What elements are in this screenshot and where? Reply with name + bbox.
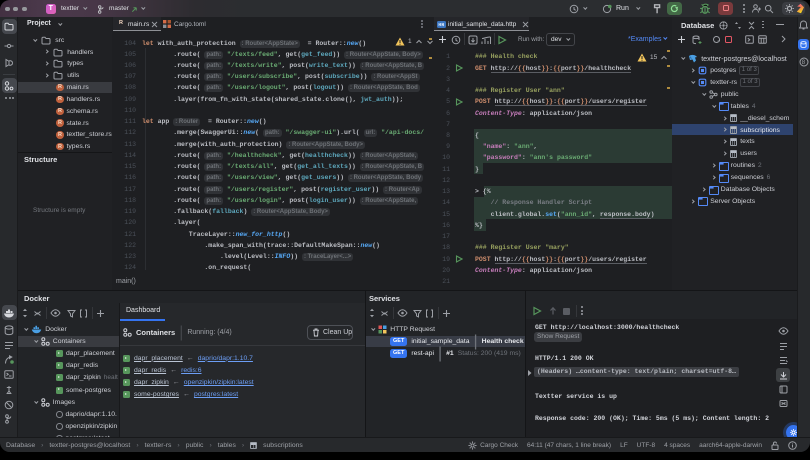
svg-text:8: 8 (802, 60, 806, 66)
